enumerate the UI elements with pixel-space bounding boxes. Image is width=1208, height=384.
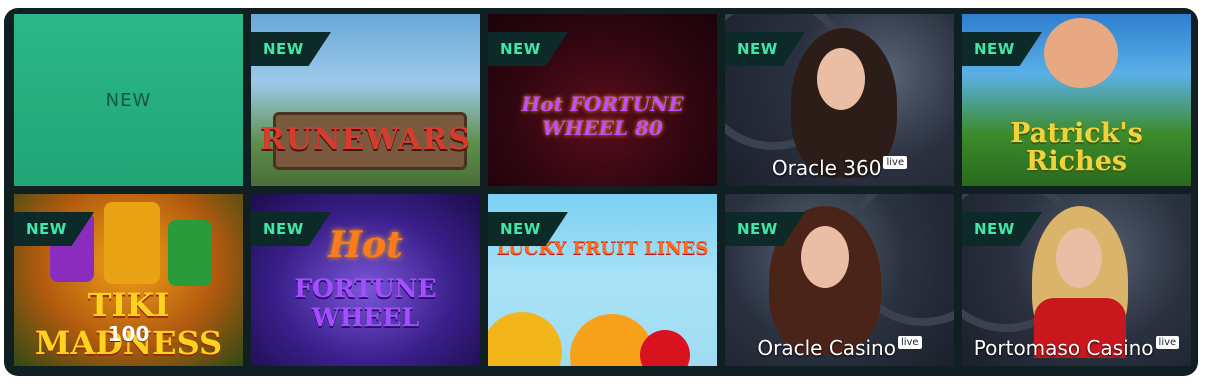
game-caption: Oracle Casino live — [725, 336, 954, 360]
game-art-title: Hot FORTUNE WHEEL 80 — [521, 92, 684, 140]
dealer-face — [801, 226, 849, 288]
game-grid-panel: NEW RUNEWARS NEW Hot FORTUNE WHEEL 80 NE… — [4, 8, 1198, 376]
tiki-mask-gold — [104, 202, 160, 284]
game-art-subtitle: 100 — [107, 322, 150, 346]
pineapple-image — [488, 312, 562, 366]
game-tile-hot-fortune-wheel-80[interactable]: Hot FORTUNE WHEEL 80 NEW — [488, 14, 717, 186]
game-caption: Portomaso Casino live — [962, 336, 1191, 360]
leprechaun-image — [1044, 18, 1118, 88]
new-badge: NEW — [962, 32, 1042, 66]
cherry-image — [640, 330, 690, 366]
tiki-mask-green — [168, 220, 212, 286]
placeholder-label: NEW — [105, 89, 152, 111]
game-tile-tiki-madness[interactable]: TIKI MADNESS 100 NEW — [14, 194, 243, 366]
game-name: Oracle 360 — [771, 156, 882, 180]
game-art-title: RUNEWARS — [259, 122, 472, 157]
game-tile-oracle-casino[interactable]: NEW Oracle Casino live — [725, 194, 954, 366]
dealer-face — [1056, 228, 1102, 288]
game-caption: Oracle 360 live — [725, 156, 954, 180]
game-tile-oracle-360[interactable]: NEW Oracle 360 live — [725, 14, 954, 186]
game-tile-placeholder[interactable]: NEW — [14, 14, 243, 186]
dealer-face — [817, 48, 865, 110]
game-grid: NEW RUNEWARS NEW Hot FORTUNE WHEEL 80 NE… — [14, 14, 1191, 366]
game-name: Portomaso Casino — [973, 336, 1154, 360]
new-badge: NEW — [251, 32, 331, 66]
game-tile-lucky-fruit-lines[interactable]: LUCKY FRUIT LINES NEW — [488, 194, 717, 366]
game-name: Oracle Casino — [757, 336, 896, 360]
live-tag: live — [883, 156, 908, 169]
live-tag: live — [1155, 336, 1180, 349]
game-tile-hot-fortune-wheel[interactable]: Hot FORTUNE WHEEL NEW — [251, 194, 480, 366]
game-tile-runewars[interactable]: RUNEWARS NEW — [251, 14, 480, 186]
new-badge: NEW — [488, 32, 568, 66]
game-art-title: FORTUNE WHEEL — [294, 274, 437, 332]
game-art-title: Patrick's Riches — [1010, 118, 1143, 177]
game-tile-patricks-riches[interactable]: Patrick's Riches NEW — [962, 14, 1191, 186]
game-tile-portomaso-casino[interactable]: NEW Portomaso Casino live — [962, 194, 1191, 366]
live-tag: live — [897, 336, 922, 349]
